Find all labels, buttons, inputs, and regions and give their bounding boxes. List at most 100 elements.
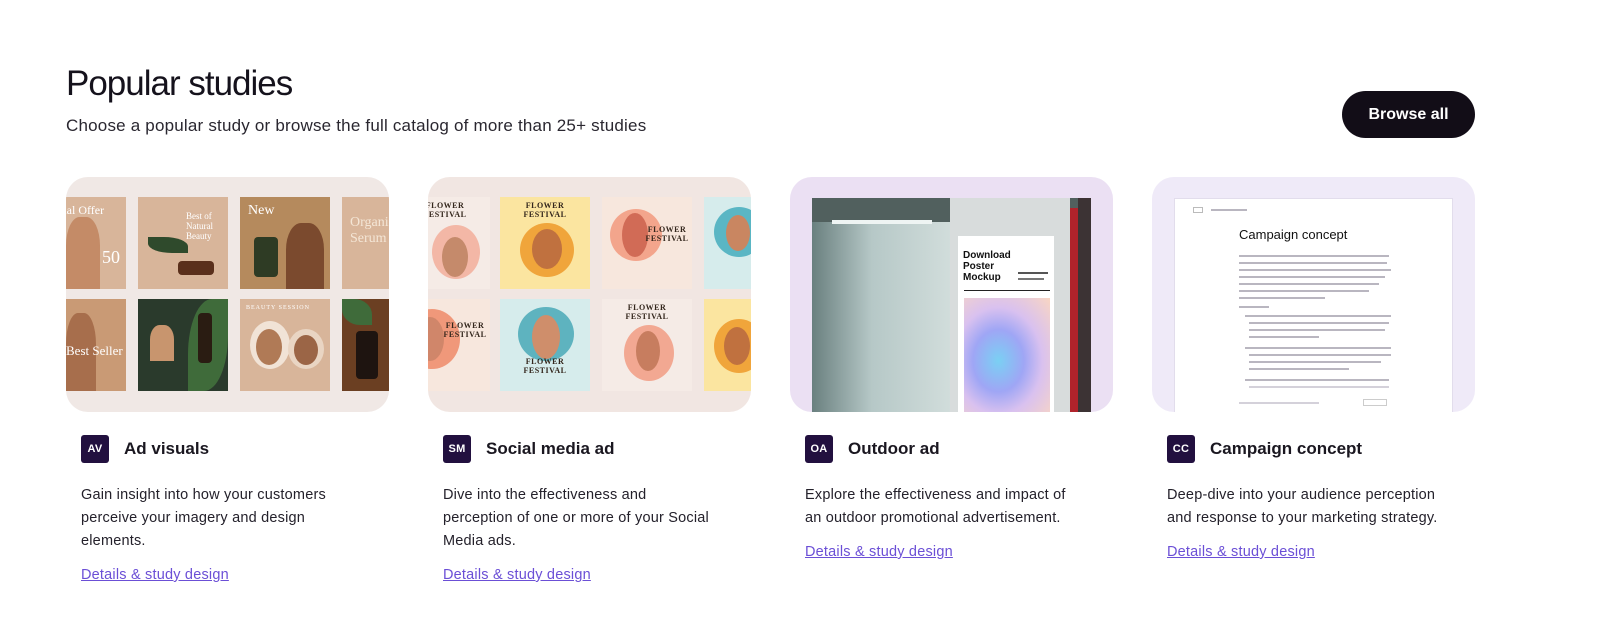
card-header: SM Social media ad [443, 435, 751, 463]
details-study-design-link[interactable]: Details & study design [1167, 544, 1315, 560]
card-header: AV Ad visuals [81, 435, 389, 463]
study-card-ad-visuals[interactable]: Special Offer 50 Best of Natural Beauty … [66, 177, 389, 584]
door-frame [1078, 198, 1091, 412]
poster-gradient-image [964, 298, 1050, 412]
thumb-tile: Best Seller [66, 299, 126, 391]
card-description: Explore the effectiveness and impact of … [805, 487, 1066, 526]
study-badge: SM [443, 435, 471, 463]
study-badge: CC [1167, 435, 1195, 463]
card-description: Deep-dive into your audience perception … [1167, 487, 1438, 526]
study-card-campaign-concept[interactable]: Campaign concept CC Campaign concept Dee… [1152, 177, 1475, 584]
product-image [356, 331, 378, 379]
model-image [150, 325, 174, 361]
thumb-text: BEAUTY SESSION [246, 305, 310, 311]
card-title: Social media ad [486, 439, 615, 458]
thumb-tile: FLOWER FESTIVAL [602, 299, 692, 391]
model-image [66, 217, 100, 289]
card-description: Gain insight into how your customers per… [81, 487, 326, 549]
thumb-tile: Organic Serum [342, 197, 389, 289]
doc-text-line [1249, 336, 1319, 338]
product-image [254, 237, 278, 277]
thumb-text: Best of Natural Beauty [186, 211, 213, 241]
leaf-image [148, 237, 188, 253]
model-image [636, 331, 660, 371]
section-header: Popular studies Choose a popular study o… [66, 64, 646, 136]
poster-divider [964, 290, 1050, 291]
model-image [442, 237, 468, 277]
product-image [178, 261, 214, 275]
model-image [286, 223, 324, 289]
poster-title: Download Poster Mockup [963, 250, 1011, 283]
doc-text-line [1239, 255, 1389, 257]
door-trim [1070, 208, 1078, 412]
thumb-tile: FLOWER FESTIVAL [428, 197, 490, 289]
doc-text-line [1239, 290, 1369, 292]
poster-text-line [1018, 272, 1048, 274]
thumb-text: FLOWER [428, 201, 465, 210]
thumb-tile [704, 197, 751, 289]
model-image [256, 329, 282, 365]
thumb-text: Special Offer [66, 203, 105, 217]
thumb-tile: FLOWER FESTIVAL [500, 197, 590, 289]
doc-text-line [1249, 354, 1391, 356]
thumb-tile: FLOWER FESTIVAL [602, 197, 692, 289]
doc-button [1363, 399, 1387, 406]
thumb-text: New [248, 203, 275, 218]
study-card-list: Special Offer 50 Best of Natural Beauty … [66, 177, 1475, 584]
leaf-image [342, 299, 372, 325]
thumb-tile: FLOWER FESTIVAL [428, 299, 490, 391]
thumb-tile: FLOWER FESTIVAL [500, 299, 590, 391]
poster-mockup: Download Poster Mockup [958, 236, 1054, 412]
details-study-design-link[interactable]: Details & study design [443, 567, 591, 583]
doc-text-line [1211, 209, 1247, 211]
card-header: CC Campaign concept [1167, 435, 1475, 463]
thumb-tile [704, 299, 751, 391]
doc-text-line [1245, 347, 1391, 349]
thumb-text: FLOWER [525, 357, 565, 366]
ad-visuals-thumbnail: Special Offer 50 Best of Natural Beauty … [66, 177, 389, 412]
thumb-text: FLOWER [445, 321, 485, 330]
thumb-text: 50 [102, 247, 120, 267]
doc-text-line [1249, 368, 1349, 370]
doc-text-line [1239, 262, 1387, 264]
thumb-tile: New [240, 197, 330, 289]
thumb-text: FESTIVAL [625, 312, 669, 321]
doc-toolbar [1239, 402, 1319, 404]
doc-text-line [1249, 322, 1389, 324]
details-study-design-link[interactable]: Details & study design [81, 567, 229, 583]
campaign-concept-thumbnail: Campaign concept [1152, 177, 1475, 412]
doc-text-line [1249, 329, 1385, 331]
study-card-social-media-ad[interactable]: FLOWER FESTIVAL FLOWER FESTIVAL FLOWER F… [428, 177, 751, 584]
doc-text-line [1249, 361, 1381, 363]
thumb-text: FLOWER [525, 201, 565, 210]
thumb-tile: BEAUTY SESSION [240, 299, 330, 391]
section-title: Popular studies [66, 64, 293, 103]
doc-text-line [1239, 306, 1269, 308]
outdoor-ad-thumbnail: Download Poster Mockup [790, 177, 1113, 412]
card-title: Ad visuals [124, 439, 210, 458]
social-media-thumbnail: FLOWER FESTIVAL FLOWER FESTIVAL FLOWER F… [428, 177, 751, 412]
model-image [532, 229, 562, 269]
card-header: OA Outdoor ad [805, 435, 1113, 463]
thumb-tile: Special Offer 50 [66, 197, 126, 289]
model-image [726, 215, 750, 251]
document-logo-icon [1193, 207, 1203, 213]
study-card-outdoor-ad[interactable]: Download Poster Mockup OA Outdoor ad Exp… [790, 177, 1113, 584]
thumb-text: FESTIVAL [443, 330, 487, 339]
thumb-tile [342, 299, 389, 391]
poster-text-line [1018, 278, 1044, 280]
thumb-text: FLOWER [647, 225, 687, 234]
thumb-text: Best Seller [66, 343, 123, 358]
card-title: Campaign concept [1210, 439, 1363, 458]
browse-all-button[interactable]: Browse all [1342, 91, 1475, 138]
popular-studies-section: Popular studies Choose a popular study o… [0, 0, 1603, 643]
study-badge: AV [81, 435, 109, 463]
details-study-design-link[interactable]: Details & study design [805, 544, 953, 560]
subway-scene-image: Download Poster Mockup [812, 198, 1091, 412]
card-title: Outdoor ad [848, 439, 940, 458]
thumb-text: FESTIVAL [523, 210, 567, 219]
section-subtitle: Choose a popular study or browse the ful… [66, 116, 647, 135]
thumb-text: FLOWER [627, 303, 667, 312]
thumb-tile [138, 299, 228, 391]
doc-text-line [1239, 283, 1379, 285]
